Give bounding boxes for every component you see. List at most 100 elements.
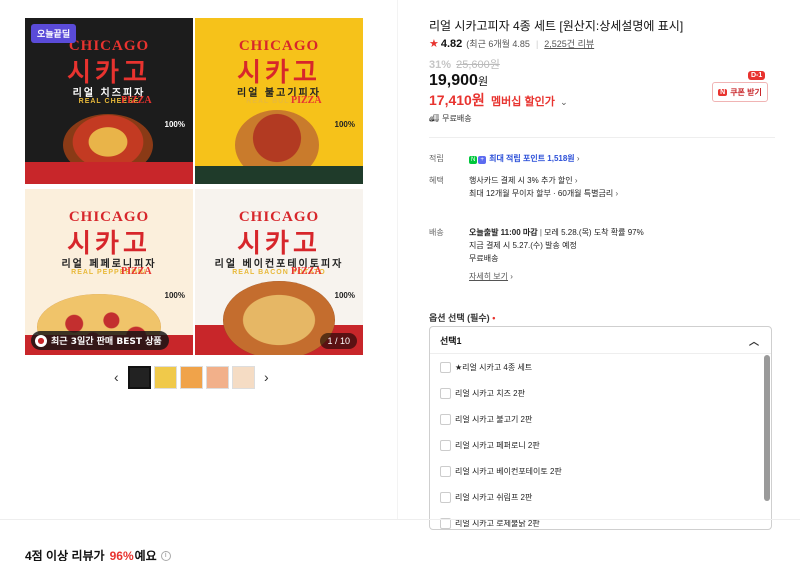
option-item[interactable]: 리얼 시카고 치즈 2판: [430, 380, 771, 406]
best-seller-badge: ● 최근 3일간 판매 BEST 상품: [31, 331, 169, 350]
coupon-button[interactable]: N 쿠폰 받기: [712, 82, 768, 102]
gallery-image-bulgogi[interactable]: CHICAGO 시카고 리얼 불고기피자 REAL BULGOGI PIZZA …: [195, 18, 363, 184]
option-select-header[interactable]: 선택1 ︿: [430, 327, 771, 354]
ship-date: 지금 결제 시 5.27.(수) 발송 예정: [469, 241, 577, 250]
chevron-left-icon[interactable]: ‹: [114, 369, 119, 385]
review-summary-percent: 96%: [109, 548, 134, 561]
benefit-label: 혜택: [429, 176, 444, 185]
product-gallery: CHICAGO 시카고 리얼 치즈피자 REAL CHEESE PIZZA 10…: [25, 18, 388, 356]
required-mark: •: [492, 313, 496, 323]
gallery-image-bacon-potato[interactable]: CHICAGO 시카고 리얼 베이컨포테이토피자 REAL BACON POTA…: [195, 189, 363, 355]
package-band: [25, 162, 193, 184]
option-item[interactable]: 리얼 시카고 베이컨포테이토 2판: [430, 458, 771, 484]
chevron-up-icon: ︿: [749, 336, 759, 348]
checkbox-icon: [440, 413, 451, 425]
checkbox-icon: [440, 491, 451, 503]
section-divider: [429, 137, 775, 138]
chevron-right-icon: ›: [510, 272, 513, 281]
product-variant-en: REAL CHEESE: [78, 98, 140, 105]
sale-price-amount: 19,900: [429, 72, 478, 89]
option-scrollbar[interactable]: [764, 355, 770, 501]
chevron-right-icon[interactable]: ›: [264, 369, 269, 385]
info-icon[interactable]: i: [160, 550, 171, 561]
product-variant: 리얼 페페로니피자: [61, 259, 157, 270]
option-item[interactable]: 리얼 시카고 로제불닭 2판: [430, 510, 771, 529]
review-summary-suffix: 예요: [134, 549, 157, 561]
chevron-right-icon: ›: [615, 189, 619, 198]
naver-pay-icon: N: [469, 156, 478, 164]
rating-row: ★ 4.82 (최근 6개월 4.85 | 2,525건 리뷰: [429, 37, 594, 51]
today-deal-badge: 오늘끝딜: [31, 24, 77, 43]
installment-text: 최대 12개월 무이자 할부 · 60개월 특별금리: [469, 189, 614, 198]
option-select[interactable]: 선택1 ︿ ★리얼 시카고 4종 세트 리얼 시카고 치즈 2판 리얼 시카고 …: [429, 326, 772, 530]
package-band: [195, 166, 363, 184]
sale-price: 19,900원: [429, 72, 488, 90]
image-counter: 1 / 10: [320, 333, 357, 349]
member-price-label: 멤버십 할인가: [491, 96, 555, 108]
pizza-image: [223, 281, 335, 355]
free-shipping: 🚚︎ 무료배송: [429, 113, 472, 124]
details-link-text: 자세히 보기: [469, 272, 509, 281]
product-variant-en: REAL BULGOGI: [246, 98, 312, 105]
coupon-dday-badge: D-1: [748, 71, 766, 80]
percent-label: 100%: [164, 291, 185, 300]
gallery-image-cheese[interactable]: CHICAGO 시카고 리얼 치즈피자 REAL CHEESE PIZZA 10…: [25, 18, 193, 184]
points-row[interactable]: N + 최대 적립 포인트 1,518원 ›: [469, 153, 580, 164]
checkbox-icon: [440, 439, 451, 451]
product-variant: 리얼 불고기피자: [237, 88, 321, 99]
option-label: 옵션 선택 (필수) •: [429, 311, 495, 324]
points-value: 최대 적립 포인트 1,518원: [489, 154, 575, 163]
thumbnail[interactable]: [128, 366, 151, 389]
thumbnail[interactable]: [232, 366, 255, 389]
product-title: 리얼 시카고피자 4종 세트 [원산지:상세설명에 표시]: [429, 19, 684, 33]
chevron-down-icon: ⌄: [560, 97, 568, 107]
divider: |: [535, 38, 539, 49]
details-link[interactable]: 자세히 보기 ›: [469, 271, 513, 282]
option-label-text: 옵션 선택 (필수): [429, 313, 490, 323]
pizza-word: PIZZA: [121, 266, 152, 277]
star-icon: ★: [429, 38, 439, 50]
option-item-label: 리얼 시카고 페퍼로니 2판: [455, 440, 540, 450]
delivery-row: 오늘출발 11:00 마감 | 모레 5.28.(목) 도착 확률 97%: [469, 227, 644, 238]
product-variant-en: REAL BACON POTATO: [232, 269, 326, 276]
thumbnail[interactable]: [154, 366, 177, 389]
product-variant-en: REAL PEPPERONI: [71, 269, 147, 276]
thumbnail-strip: [128, 366, 255, 389]
option-item[interactable]: ★리얼 시카고 4종 세트: [430, 354, 771, 380]
review-count-link[interactable]: 2,525건 리뷰: [544, 37, 594, 50]
option-item[interactable]: 리얼 시카고 쉬림프 2판: [430, 484, 771, 510]
points-label: 적립: [429, 154, 444, 163]
review-summary-prefix: 4점 이상 리뷰가: [25, 549, 105, 561]
chevron-right-icon: ›: [576, 154, 580, 163]
thumbnail[interactable]: [180, 366, 203, 389]
pizza-word: PIZZA: [291, 266, 322, 277]
option-item-label: 리얼 시카고 쉬림프 2판: [455, 492, 533, 502]
option-item[interactable]: 리얼 시카고 불고기 2판: [430, 406, 771, 432]
column-divider: [397, 0, 398, 519]
original-price: 25,600원: [456, 59, 500, 71]
thumbnail[interactable]: [206, 366, 229, 389]
checkbox-icon: [440, 465, 451, 477]
member-price: 17,410원: [429, 92, 485, 108]
option-item[interactable]: 리얼 시카고 페퍼로니 2판: [430, 432, 771, 458]
member-price-row[interactable]: 17,410원 멤버십 할인가 ⌄: [429, 90, 568, 110]
discount-row: 31% 25,600원: [429, 56, 500, 72]
card-benefit-1[interactable]: 행사카드 결제 시 3% 추가 할인 ›: [469, 175, 578, 186]
card-benefit-text: 행사카드 결제 시 3% 추가 할인: [469, 176, 573, 185]
delivery-cutoff: 오늘출발 11:00 마감: [469, 228, 538, 237]
product-variant: 리얼 베이컨포테이토피자: [214, 259, 344, 270]
rating-recent: (최근 6개월 4.85: [466, 39, 530, 49]
option-selected-value: 선택1: [440, 335, 462, 346]
sale-price-unit: 원: [477, 76, 489, 88]
coupon-button-label: 쿠폰 받기: [730, 87, 762, 97]
card-benefit-2[interactable]: 최대 12개월 무이자 할부 · 60개월 특별금리 ›: [469, 188, 618, 199]
pizza-word: PIZZA: [121, 95, 152, 106]
gallery-image-pepperoni[interactable]: CHICAGO 시카고 리얼 페페로니피자 REAL PEPPERONI PIZ…: [25, 189, 193, 355]
pizza-word: PIZZA: [291, 95, 322, 106]
option-item-label: ★리얼 시카고 4종 세트: [455, 362, 533, 372]
delivery-estimate: 모레 5.28.(목) 도착 확률 97%: [544, 228, 644, 237]
delivery-free: 무료배송: [469, 254, 499, 263]
product-variant: 리얼 치즈피자: [72, 88, 146, 99]
truck-icon: 🚚︎: [429, 114, 440, 123]
best-seller-text: 최근 3일간 판매 BEST 상품: [51, 337, 162, 347]
